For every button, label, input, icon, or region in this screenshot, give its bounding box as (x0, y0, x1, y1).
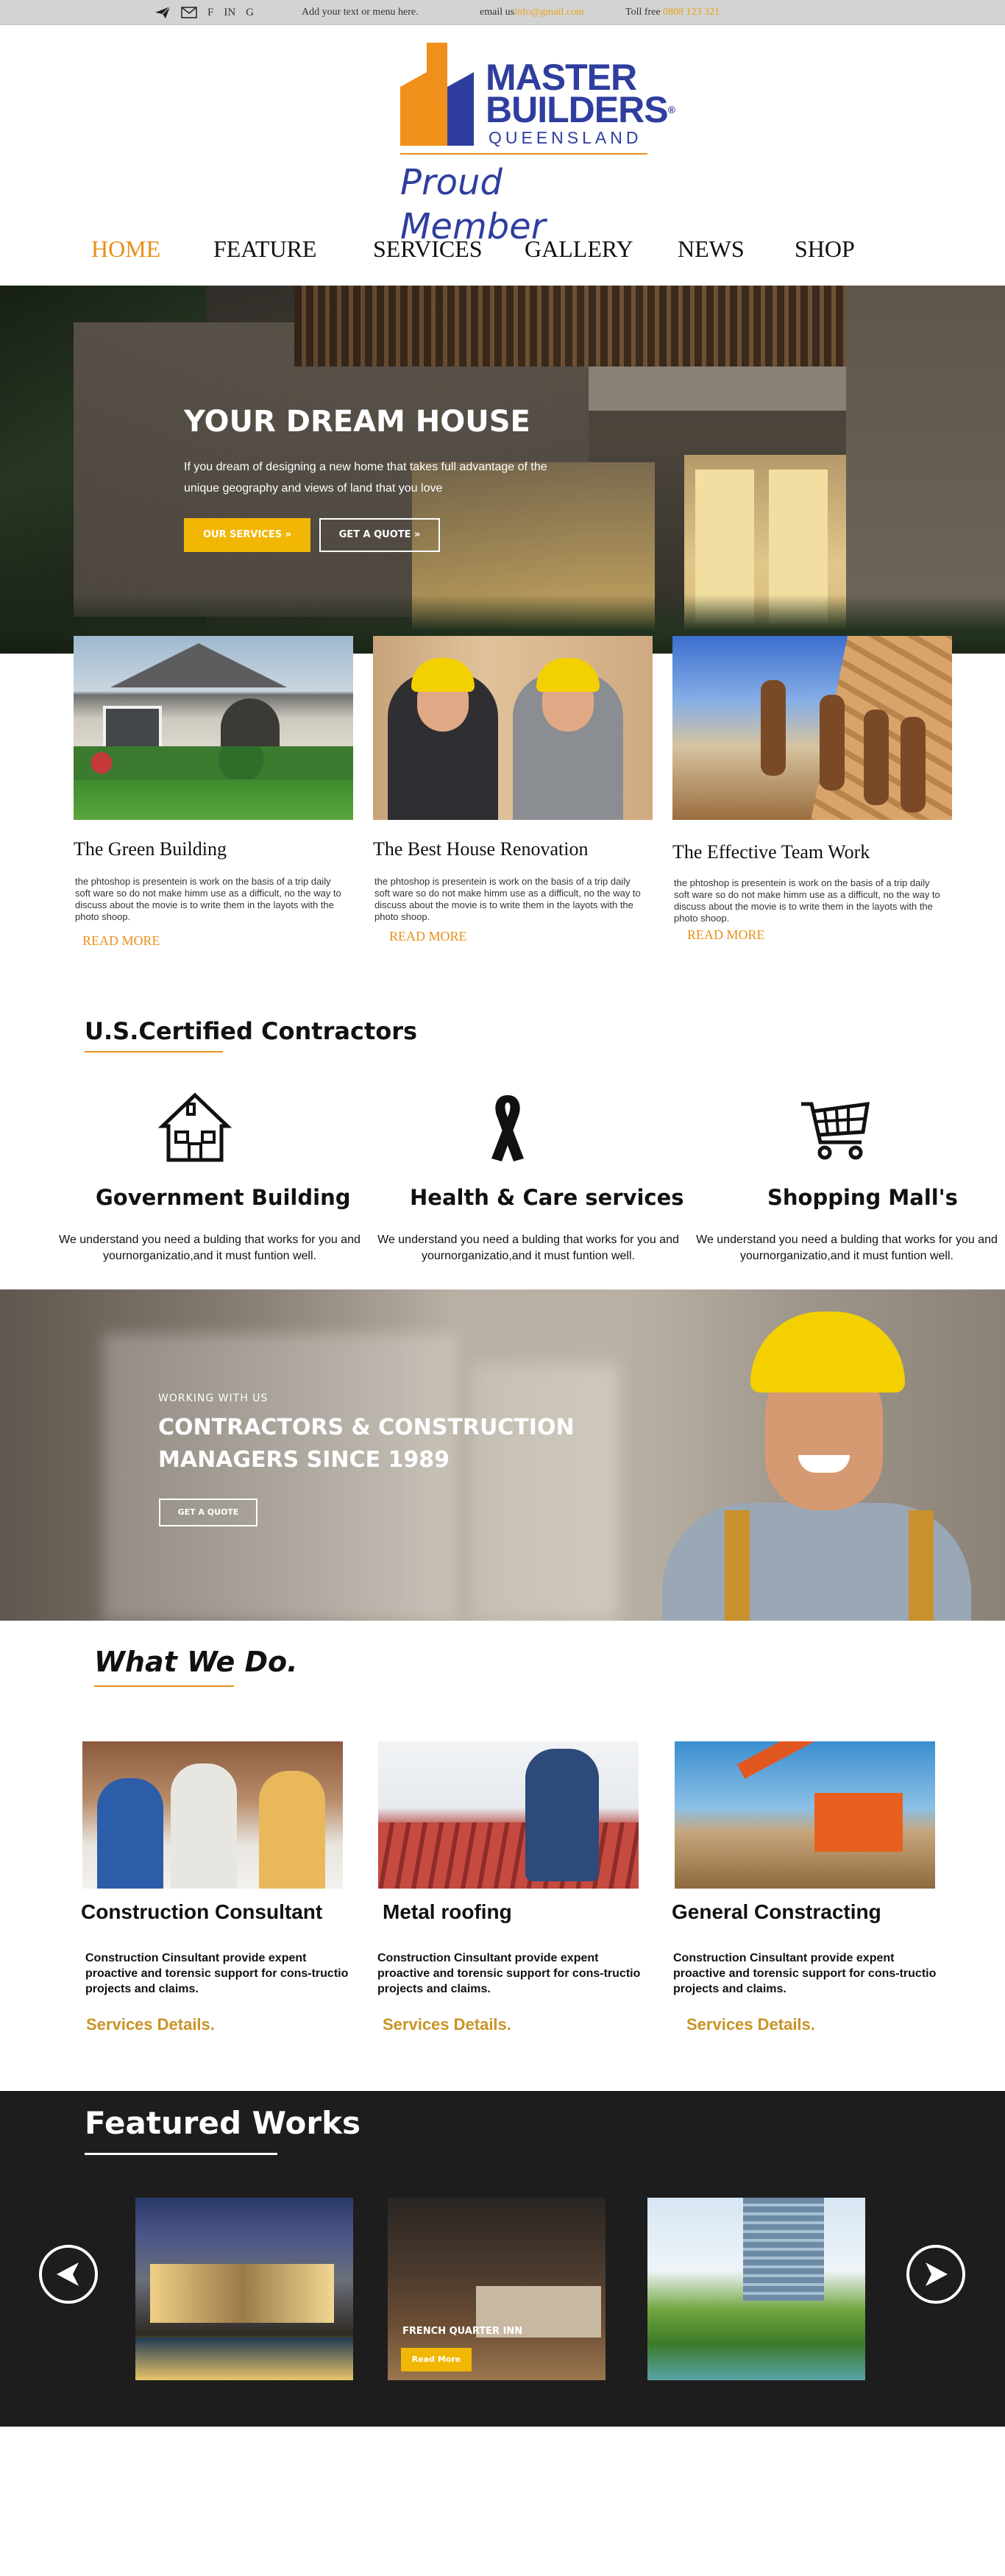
feature-title[interactable]: The Green Building (74, 838, 227, 860)
topbar-tollfree: Toll free 0808 123 321 (625, 0, 720, 25)
cert-desc-government-building: We understand you need a bulding that wo… (59, 1234, 361, 1262)
service-desc-metal-roofing: Construction Cinsultant provide expent p… (377, 1952, 641, 1995)
ribbon-icon (491, 1095, 524, 1161)
nav-item-gallery[interactable]: GALLERY (525, 234, 633, 263)
hero-banner: YOUR DREAM HOUSE If you dream of designi… (0, 286, 1005, 654)
facebook-icon[interactable]: F (207, 7, 213, 19)
feature-text: the phtoshop is presentein is work on th… (75, 876, 341, 922)
google-icon[interactable]: G (246, 7, 254, 19)
feature-text: the phtoshop is presentein is work on th… (674, 877, 940, 924)
toll-value[interactable]: 0808 123 321 (663, 7, 720, 18)
read-more-link[interactable]: READ MORE (82, 933, 160, 949)
service-desc-consultant: Construction Cinsultant provide expent p… (85, 1952, 349, 1995)
metal-roofing-photo[interactable] (378, 1741, 639, 1889)
what-we-do-underline (94, 1685, 234, 1687)
banner-worker-helmet (750, 1312, 905, 1393)
carousel-next-button[interactable] (906, 2245, 965, 2304)
cert-desc-health-care: We understand you need a bulding that wo… (377, 1234, 679, 1262)
hero-title: YOUR DREAM HOUSE (184, 405, 530, 439)
logo-builders-text: BUILDERS (486, 89, 669, 130)
our-services-button[interactable]: OUR SERVICES » (184, 518, 310, 552)
cert-desc-shopping-mall: We understand you need a bulding that wo… (696, 1234, 998, 1262)
nav-item-feature[interactable]: FEATURE (213, 234, 316, 263)
cert-title-health-care: Health & Care services (410, 1185, 684, 1210)
certified-title-underline (85, 1051, 223, 1052)
service-desc-general-contracting: Construction Cinsultant provide expent p… (673, 1952, 937, 1995)
featured-work-french-quarter-inn[interactable]: FRENCH QUARTER INN Read More (388, 2198, 606, 2380)
topbar-email[interactable]: email usinfo@gmail.com (480, 0, 584, 25)
read-more-link[interactable]: READ MORE (389, 929, 467, 944)
toll-label: Toll free (625, 7, 661, 18)
feature-card-green-building: The Green Building the phtoshop is prese… (74, 636, 353, 948)
feature-card-house-renovation: The Best House Renovation the phtoshop i… (373, 636, 653, 944)
green-building-photo[interactable] (74, 636, 353, 820)
topbar-menu-text: Add your text or menu here. (302, 7, 419, 18)
email-value[interactable]: info@gmail.com (514, 7, 584, 18)
banner-title: CONTRACTORS & CONSTRUCTION MANAGERS SINC… (158, 1415, 575, 1473)
read-more-link[interactable]: READ MORE (687, 927, 765, 943)
banner-get-quote-button[interactable]: GET A QUOTE (159, 1498, 258, 1526)
nav-item-home[interactable]: HOME (91, 234, 160, 263)
get-quote-button[interactable]: GET A QUOTE » (319, 518, 440, 552)
certified-section-title: U.S.Certified Contractors (85, 1017, 418, 1045)
house-renovation-photo[interactable] (373, 636, 653, 820)
feature-text: the phtoshop is presentein is work on th… (374, 876, 641, 922)
services-details-link[interactable]: Services Details. (86, 2015, 215, 2034)
top-bar: F IN G Add your text or menu here. email… (0, 0, 1005, 25)
shopping-cart-icon (801, 1102, 870, 1160)
arrow-right-icon (926, 2262, 948, 2286)
arrow-left-icon (57, 2262, 79, 2286)
logo-divider (400, 153, 647, 155)
team-work-photo[interactable] (672, 636, 952, 820)
general-contracting-photo[interactable] (675, 1741, 935, 1889)
read-more-button[interactable]: Read More (401, 2348, 472, 2371)
construction-consultant-photo[interactable] (82, 1741, 343, 1889)
mail-icon[interactable] (181, 7, 197, 18)
feature-title[interactable]: The Best House Renovation (373, 838, 588, 860)
site-logo[interactable]: MASTER BUILDERS® QUEENSLAND Proud Member (397, 43, 675, 247)
service-title-consultant[interactable]: Construction Consultant (81, 1900, 322, 1924)
services-details-link[interactable]: Services Details. (686, 2015, 815, 2034)
banner-worker-strap (725, 1510, 750, 1621)
logo-line-builders: BUILDERS® (486, 91, 675, 128)
featured-title-underline (85, 2153, 277, 2155)
featured-work-modern-house[interactable] (135, 2198, 353, 2380)
social-links: F IN G (155, 0, 254, 25)
service-title-general-contracting[interactable]: General Constracting (672, 1900, 881, 1924)
main-nav: HOME FEATURE SERVICES GALLERY NEWS SHOP (0, 234, 1005, 263)
email-label: email us (480, 7, 515, 18)
nav-item-shop[interactable]: SHOP (795, 234, 855, 263)
what-we-do-title: What We Do. (94, 1646, 298, 1678)
cert-title-government-building: Government Building (96, 1185, 351, 1210)
banner-kicker: WORKING WITH US (158, 1393, 269, 1404)
plane-icon[interactable] (155, 6, 171, 19)
featured-works-title: Featured Works (85, 2105, 361, 2141)
cert-title-shopping-mall: Shopping Mall's (767, 1185, 958, 1210)
featured-work-city-park[interactable] (647, 2198, 865, 2380)
services-details-link[interactable]: Services Details. (383, 2015, 511, 2034)
logo-line-queensland: QUEENSLAND (489, 128, 642, 147)
nav-item-news[interactable]: NEWS (678, 234, 745, 263)
feature-title[interactable]: The Effective Team Work (672, 841, 870, 863)
carousel-prev-button[interactable] (39, 2245, 98, 2304)
logo-mark-icon (400, 43, 474, 146)
feature-card-team-work: The Effective Team Work the phtoshop is … (672, 636, 952, 942)
hero-description: If you dream of designing a new home tha… (184, 461, 547, 495)
logo-registered-mark: ® (667, 104, 675, 116)
service-title-metal-roofing[interactable]: Metal roofing (383, 1900, 512, 1924)
nav-item-services[interactable]: SERVICES (373, 234, 483, 263)
house-icon (158, 1092, 232, 1162)
featured-work-caption: FRENCH QUARTER INN (402, 2326, 523, 2337)
linkedin-icon[interactable]: IN (224, 7, 235, 19)
banner-worker-strap (909, 1510, 934, 1621)
hero-balcony (589, 367, 876, 411)
